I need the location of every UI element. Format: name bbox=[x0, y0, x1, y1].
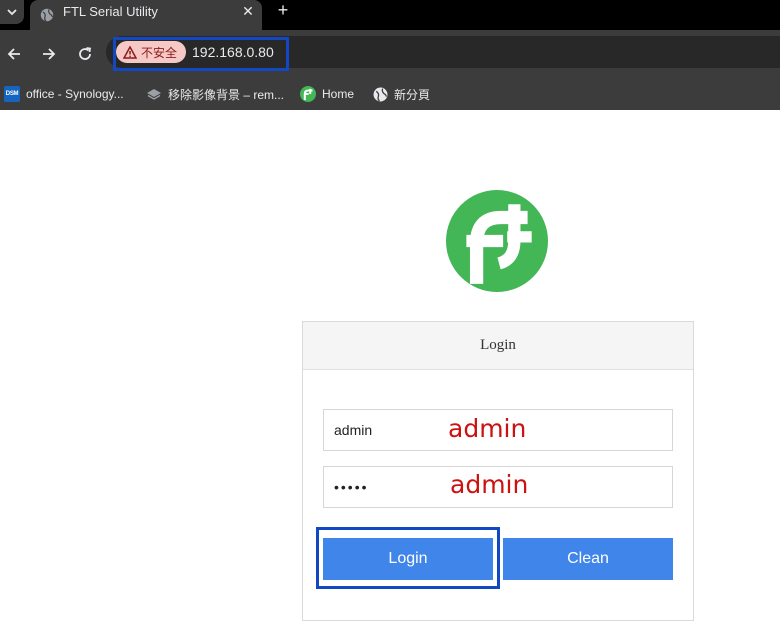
layers-icon bbox=[147, 89, 161, 100]
chevron-down-icon bbox=[7, 9, 17, 16]
ftl-logo-icon bbox=[300, 86, 316, 102]
globe-icon bbox=[373, 87, 388, 101]
tab-search-button[interactable] bbox=[0, 0, 24, 24]
reload-button[interactable] bbox=[73, 42, 97, 66]
bookmark-home[interactable]: Home bbox=[300, 78, 354, 110]
tab-title: FTL Serial Utility bbox=[63, 4, 158, 19]
bookmark-remove-bg[interactable]: 移除影像背景 – rem... bbox=[146, 78, 284, 110]
password-annotation: admin bbox=[450, 470, 529, 499]
clean-button[interactable]: Clean bbox=[503, 538, 673, 580]
login-button-highlight-box bbox=[316, 527, 500, 589]
bookmark-label: office - Synology... bbox=[26, 87, 124, 101]
bookmark-label: Home bbox=[322, 87, 355, 101]
login-title: Login bbox=[303, 322, 693, 370]
browser-tab[interactable]: FTL Serial Utility ✕ bbox=[30, 0, 262, 30]
bookmarks-bar: DSM office - Synology... 移除影像背景 – rem...… bbox=[0, 78, 780, 110]
tab-close-icon[interactable]: ✕ bbox=[240, 3, 256, 19]
new-tab-button[interactable]: + bbox=[274, 1, 292, 19]
bookmark-label: 移除影像背景 – rem... bbox=[168, 87, 285, 102]
url-highlight-box bbox=[113, 37, 289, 71]
bookmark-office-synology[interactable]: DSM office - Synology... bbox=[4, 78, 124, 110]
tab-strip: FTL Serial Utility ✕ + bbox=[0, 0, 780, 30]
dsm-icon: DSM bbox=[4, 86, 20, 102]
back-button[interactable] bbox=[2, 42, 26, 66]
username-annotation: admin bbox=[448, 414, 527, 443]
reload-icon bbox=[79, 47, 92, 60]
arrow-left-icon bbox=[7, 48, 20, 60]
arrow-right-icon bbox=[43, 48, 56, 60]
ftl-logo bbox=[446, 190, 548, 292]
forward-button[interactable] bbox=[37, 42, 61, 66]
globe-icon bbox=[40, 8, 54, 22]
bookmark-label: 新分頁 bbox=[394, 87, 431, 102]
bookmark-new-tab[interactable]: 新分頁 bbox=[373, 78, 430, 110]
